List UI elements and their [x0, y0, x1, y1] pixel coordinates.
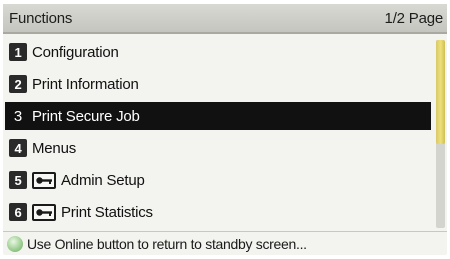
menu-item-menus[interactable]: 4 Menus [5, 134, 431, 162]
item-number-badge: 5 [9, 171, 27, 189]
item-number-badge: 4 [9, 139, 27, 157]
online-led-icon [7, 236, 23, 252]
menu-item-label: Configuration [32, 43, 119, 61]
menu-item-label: Print Statistics [61, 203, 153, 221]
menu-item-label: Menus [32, 139, 77, 157]
key-icon [32, 171, 56, 189]
item-number-badge: 2 [9, 75, 27, 93]
page-indicator: 1/2 Page [384, 10, 444, 27]
printer-panel-screen: Functions 1/2 Page 1 Configuration 2 Pri… [0, 0, 450, 259]
menu-item-print-secure-job[interactable]: 3 Print Secure Job [5, 102, 431, 130]
item-number-badge: 6 [9, 203, 27, 221]
scrollbar-thumb[interactable] [436, 40, 445, 144]
status-footer: Use Online button to return to standby s… [3, 231, 447, 256]
menu-item-admin-setup[interactable]: 5 Admin Setup [5, 166, 431, 194]
item-number-badge: 3 [13, 107, 23, 125]
key-icon [32, 203, 56, 221]
menu-item-print-information[interactable]: 2 Print Information [5, 70, 431, 98]
menu-item-label: Admin Setup [61, 171, 145, 189]
menu-item-print-statistics[interactable]: 6 Print Statistics [5, 198, 431, 226]
scrollbar[interactable] [436, 40, 445, 228]
page-title: Functions [9, 10, 73, 27]
footer-message: Use Online button to return to standby s… [27, 236, 307, 252]
menu-item-label: Print Secure Job [32, 107, 140, 125]
header-bar: Functions 1/2 Page [3, 4, 447, 34]
menu-item-label: Print Information [32, 75, 139, 93]
menu-item-configuration[interactable]: 1 Configuration [5, 38, 431, 66]
item-number-badge: 1 [9, 43, 27, 61]
